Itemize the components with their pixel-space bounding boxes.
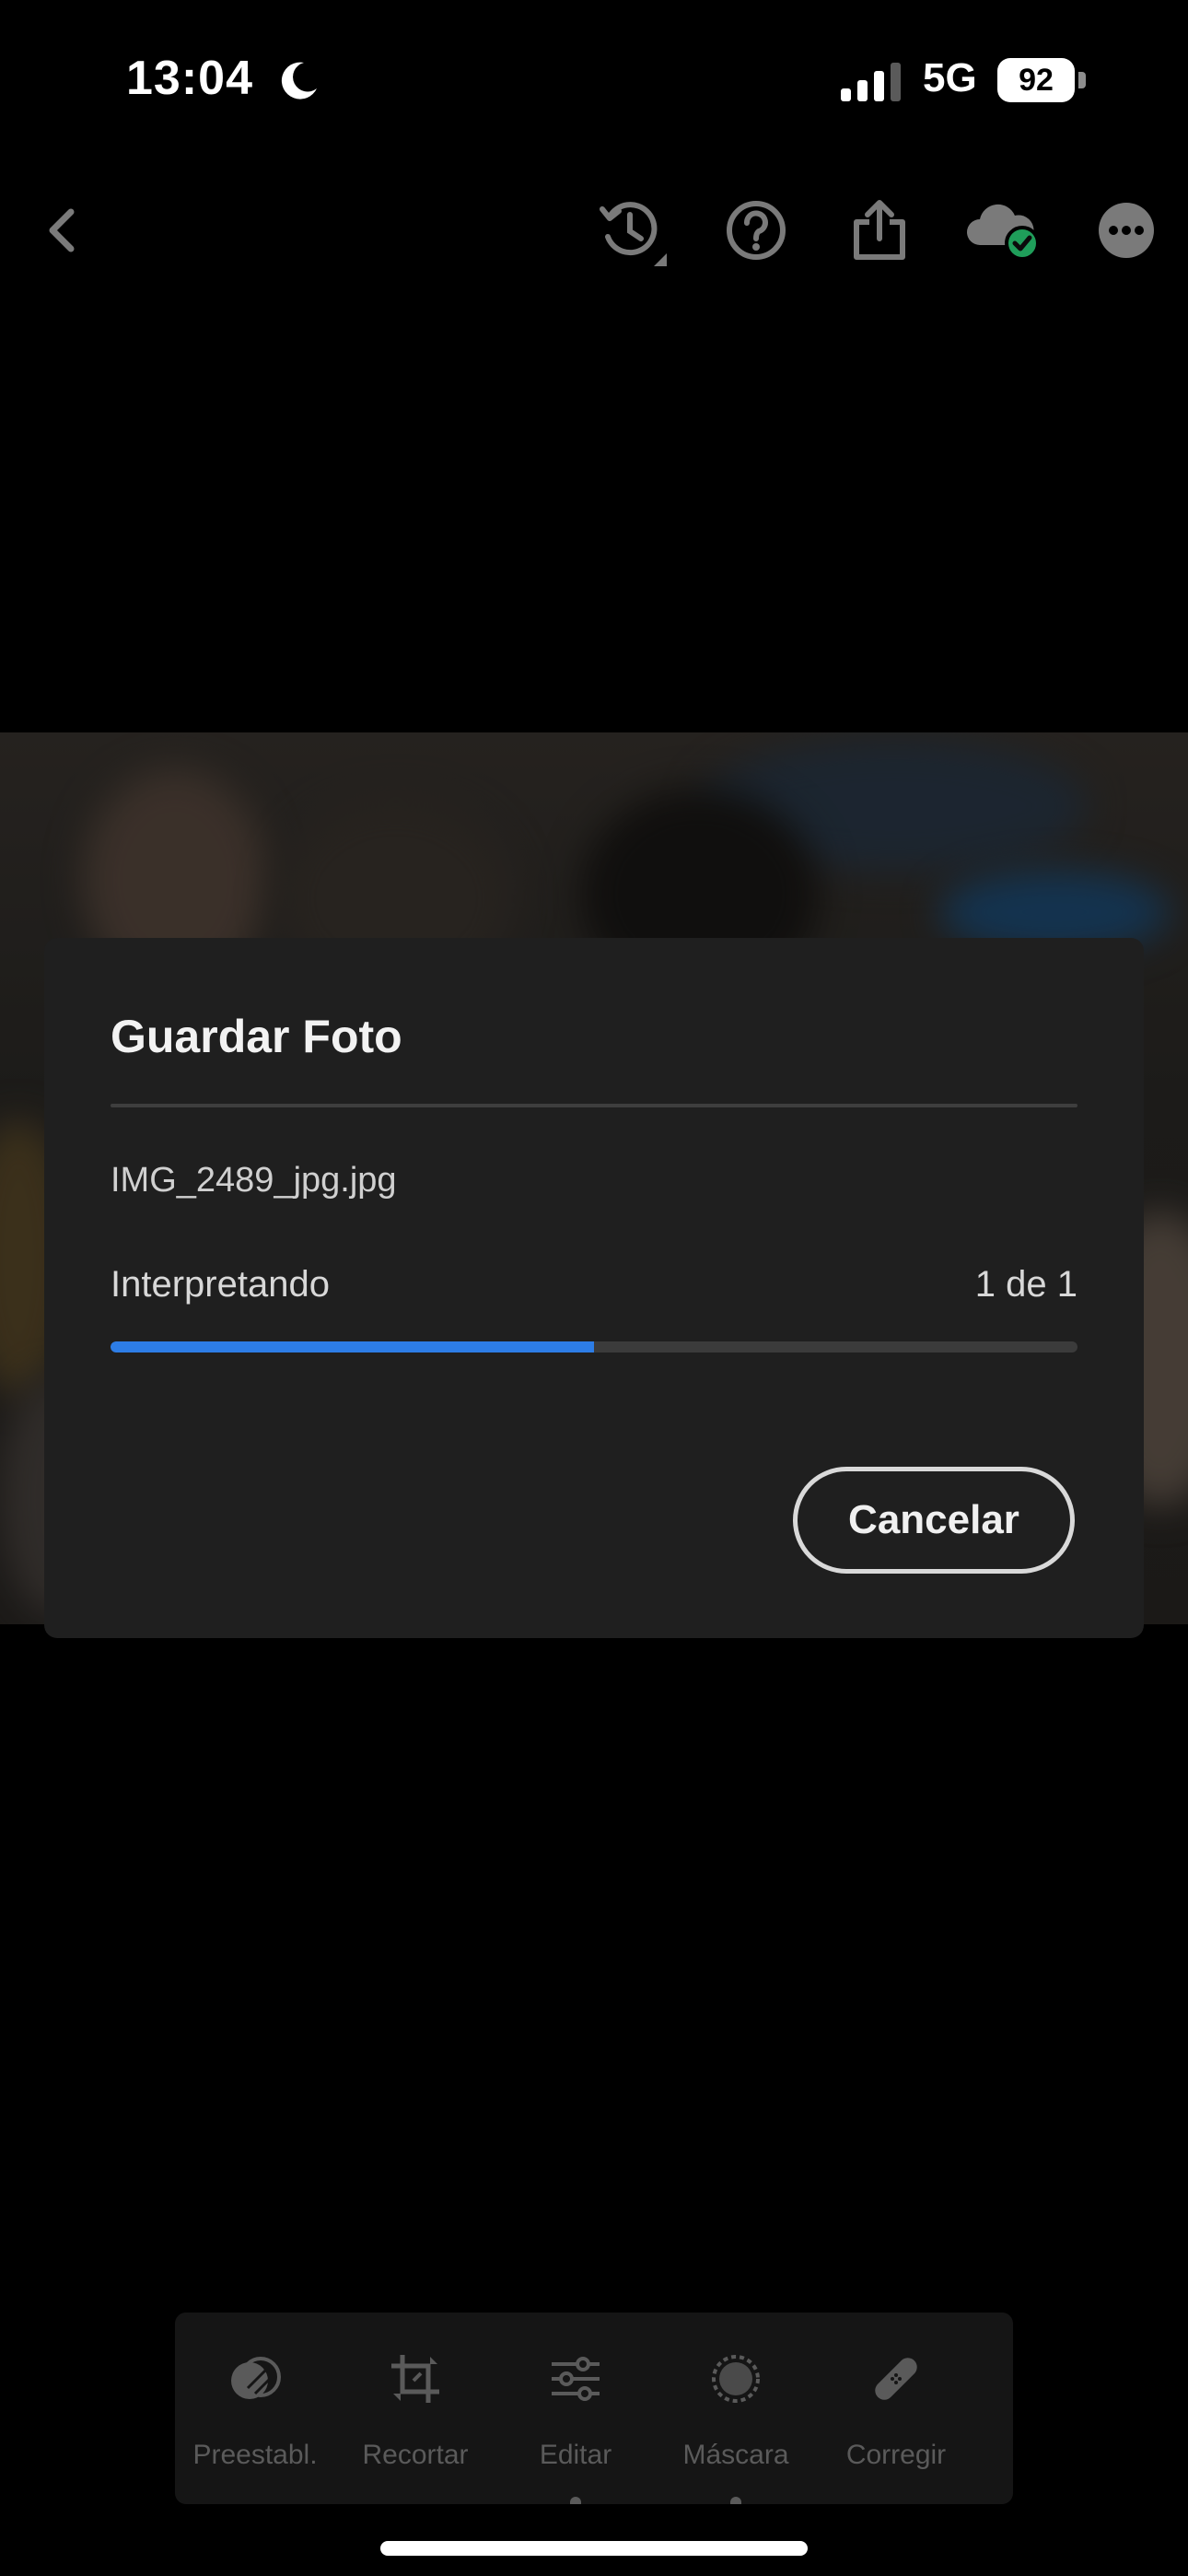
home-indicator <box>380 2541 808 2556</box>
moon-icon <box>281 62 317 100</box>
tool-crop[interactable]: Recortar <box>335 2313 495 2504</box>
dialog-divider <box>111 1104 1077 1107</box>
battery-icon: 92 <box>997 58 1086 102</box>
progress-bar <box>111 1341 1077 1352</box>
share-icon <box>854 200 905 260</box>
sliders-icon <box>552 2357 600 2401</box>
tool-label: Preestabl. <box>192 2440 318 2470</box>
tool-label: Corregir <box>845 2440 947 2470</box>
dialog-title: Guardar Foto <box>111 1011 402 1062</box>
bottom-toolbar: Preestabl. Recortar Editar Máscara Corre… <box>175 2313 1013 2504</box>
tool-healing[interactable]: Corregir <box>816 2313 976 2504</box>
progress-status: Interpretando <box>111 1264 330 1305</box>
tool-indicator-dot <box>730 2497 741 2504</box>
share-button[interactable] <box>838 189 921 272</box>
healing-icon <box>875 2358 917 2400</box>
cloud-sync-button[interactable] <box>961 189 1044 272</box>
battery-cap <box>1078 72 1086 88</box>
back-button[interactable] <box>22 189 105 272</box>
cancel-button[interactable]: Cancelar <box>793 1467 1075 1574</box>
chevron-left-icon <box>49 208 75 252</box>
tool-edit[interactable]: Editar <box>495 2313 656 2504</box>
network-type: 5G <box>923 55 977 100</box>
tool-presets[interactable]: Preestabl. <box>175 2313 335 2504</box>
presets-icon <box>231 2357 281 2399</box>
progress-bar-fill <box>111 1341 594 1352</box>
tool-indicator-dot <box>570 2497 581 2504</box>
tool-label: Editar <box>539 2440 612 2470</box>
tool-mask[interactable]: Máscara <box>656 2313 816 2504</box>
status-bar: 13:04 5G 92 <box>0 0 1188 157</box>
file-name: IMG_2489_jpg.jpg <box>111 1161 397 1200</box>
more-button[interactable] <box>1085 189 1168 272</box>
status-time: 13:04 <box>126 52 253 105</box>
tool-label: Máscara <box>682 2440 789 2470</box>
cloud-synced-icon <box>967 204 1040 261</box>
tool-label: Recortar <box>362 2440 469 2470</box>
history-icon <box>600 202 667 266</box>
progress-count: 1 de 1 <box>974 1264 1077 1305</box>
history-button[interactable] <box>589 189 672 272</box>
crop-icon <box>391 2355 439 2403</box>
battery-level: 92 <box>997 58 1075 102</box>
help-icon <box>727 201 786 260</box>
more-icon <box>1099 203 1154 258</box>
signal-icon <box>841 63 901 101</box>
help-button[interactable] <box>715 189 798 272</box>
save-photo-dialog: Guardar Foto IMG_2489_jpg.jpg Interpreta… <box>44 938 1144 1638</box>
mask-icon <box>712 2355 760 2403</box>
